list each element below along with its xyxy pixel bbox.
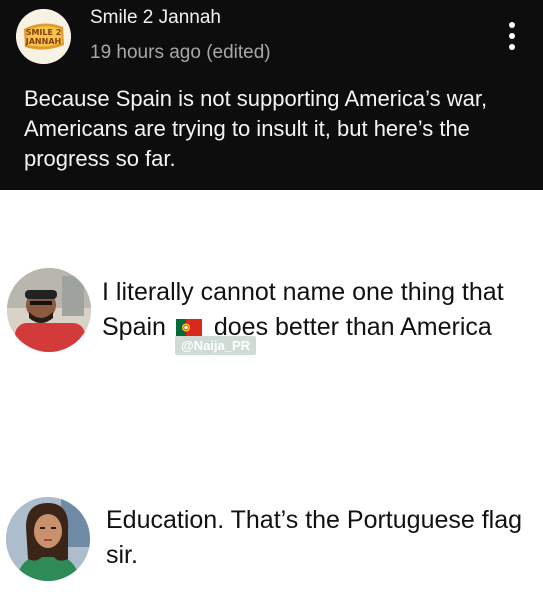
channel-logo-icon: SMILE 2 JANNAH: [16, 9, 71, 64]
reply-text-2: Education. That’s the Portuguese flag si…: [106, 506, 523, 569]
user-photo-icon: [6, 497, 90, 581]
kebab-menu-icon[interactable]: [505, 22, 519, 50]
comment-card: SMILE 2 JANNAH Smile 2 Jannah 19 hours a…: [0, 0, 543, 190]
reply-text-1: I literally cannot name one thing that S…: [102, 275, 532, 345]
portugal-flag-icon: [175, 311, 202, 336]
svg-text:SMILE 2: SMILE 2: [26, 28, 62, 37]
comment-text: Because Spain is not supporting America’…: [24, 86, 488, 171]
reply-avatar-1[interactable]: [7, 268, 91, 352]
watermark: @Naija_PR: [175, 336, 257, 355]
channel-name[interactable]: Smile 2 Jannah: [90, 7, 221, 29]
channel-avatar[interactable]: SMILE 2 JANNAH: [16, 9, 71, 64]
reply-avatar-2[interactable]: [6, 497, 90, 581]
post-timestamp: 19 hours ago (edited): [90, 42, 271, 63]
svg-text:JANNAH: JANNAH: [25, 37, 61, 46]
user-photo-icon: [7, 268, 91, 352]
